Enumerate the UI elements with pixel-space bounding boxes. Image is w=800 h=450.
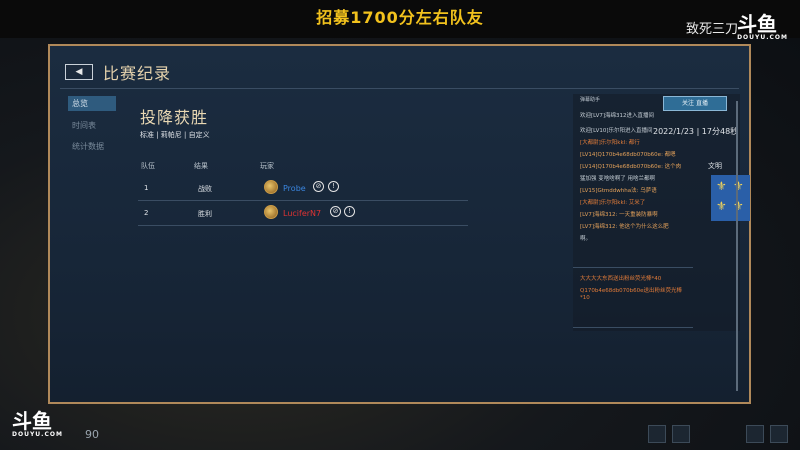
report-icon[interactable]: ! xyxy=(328,181,339,192)
result-title: 投降获胜 xyxy=(140,108,209,127)
nav-statistics[interactable]: 统计数据 xyxy=(68,139,116,154)
row-team: 1 xyxy=(144,184,149,192)
hud-button[interactable] xyxy=(648,425,666,443)
chat-message: [LV7]海绵312: 一天重装防暴啊 xyxy=(580,212,658,218)
nav-timeline[interactable]: 时间表 xyxy=(68,118,116,133)
chat-message: 啊。 xyxy=(580,236,592,242)
logo-text: 斗鱼 xyxy=(737,12,778,36)
player-name[interactable]: LuciferN7 xyxy=(283,209,321,218)
civ-flag-icon: ⚜ ⚜ ⚜ ⚜ xyxy=(711,175,750,221)
hud-button[interactable] xyxy=(770,425,788,443)
danmaku-panel: 弹幕助手 关注 直播 2022/1/23 | 17分48秒 文明 ⚜ ⚜ ⚜ ⚜… xyxy=(573,94,750,331)
row-result: 胜利 xyxy=(198,210,212,218)
block-icon[interactable]: ⊘ xyxy=(330,206,341,217)
civ-emblem-icon xyxy=(264,205,278,219)
logo-text: 斗鱼 xyxy=(12,409,52,433)
logo-subtext: DOUYU.COM xyxy=(737,34,788,41)
civ-emblem-icon xyxy=(264,180,278,194)
row-team: 2 xyxy=(144,209,149,217)
douyu-logo-top: 斗鱼 DOUYU.COM xyxy=(737,14,788,42)
chat-divider xyxy=(573,267,693,268)
hud-button[interactable] xyxy=(672,425,690,443)
banner-text: 招募1700分左右队友 xyxy=(316,8,484,27)
nav-overview[interactable]: 总览 xyxy=(68,96,116,111)
modal-title: 比赛纪录 xyxy=(103,64,172,83)
chat-divider xyxy=(573,327,693,328)
player-row-2[interactable]: 2 胜利 LuciferN7 ⊘ ! xyxy=(138,201,468,226)
column-player: 玩家 xyxy=(260,162,274,170)
douyu-logo-bottom: 斗鱼 DOUYU.COM xyxy=(12,411,63,439)
column-result: 结果 xyxy=(194,162,208,170)
hud-value: 90 xyxy=(85,428,99,441)
hud-button[interactable] xyxy=(746,425,764,443)
back-arrow-icon: ◀ xyxy=(75,67,83,77)
streamer-name: 致死三刀 xyxy=(685,22,738,37)
follow-button[interactable]: 关注 直播 xyxy=(663,96,727,111)
back-button[interactable]: ◀ xyxy=(65,64,93,80)
chat-message: [大都尉]乐尔阳kkl: 艾米了 xyxy=(580,200,646,206)
player-name[interactable]: Probe xyxy=(283,184,306,193)
modal-body: ◀ 比赛纪录 总览 时间表 统计数据 投降获胜 标准 | 莉帕尼 | 自定义 队… xyxy=(50,46,750,402)
chat-message: [大都尉]乐尔阳kkl: 都行 xyxy=(580,140,640,146)
chat-message: [LV15]Gtmddwhha法: 乌萨语 xyxy=(580,188,657,194)
panel-heading: 弹幕助手 xyxy=(580,97,601,103)
logo-subtext: DOUYU.COM xyxy=(12,431,63,438)
chat-message: 欢迎[LV10]乐尔阳进入直播间 xyxy=(580,128,653,134)
column-team: 队伍 xyxy=(141,162,155,170)
gift-message: Q170b4e68db070b60e送出粉丝荧光棒 xyxy=(580,288,683,294)
scrollbar[interactable] xyxy=(736,101,738,391)
match-date: 2022/1/23 | 17分48秒 xyxy=(653,127,739,136)
stream-banner: 招募1700分左右队友 致死三刀 斗鱼 DOUYU.COM xyxy=(0,0,800,41)
row-result: 战败 xyxy=(198,185,212,193)
gift-message: *10 xyxy=(580,295,590,301)
chat-message: 欢迎[LV7]海绵312进入直播间 xyxy=(580,113,655,119)
bottom-hud: 90 xyxy=(60,412,200,450)
report-icon[interactable]: ! xyxy=(344,206,355,217)
title-divider xyxy=(60,88,739,89)
chat-message: [LV14]Q170b4e68db070b60e: 这个肉 xyxy=(580,164,682,170)
civ-label: 文明 xyxy=(708,162,722,170)
block-icon[interactable]: ⊘ xyxy=(313,181,324,192)
player-row-1[interactable]: 1 战败 Probe ⊘ ! xyxy=(138,176,468,201)
match-settings: 标准 | 莉帕尼 | 自定义 xyxy=(140,131,210,139)
match-record-modal: ◀ 比赛纪录 总览 时间表 统计数据 投降获胜 标准 | 莉帕尼 | 自定义 队… xyxy=(48,44,751,404)
chat-message: 猛加强 变啥啥啊了 用啥兰都啊 xyxy=(580,176,655,182)
chat-message: [LV7]海绵312: 他这个为什么这么肥 xyxy=(580,224,669,230)
gift-message: 大大大大东西送出粉丝荧光棒*40 xyxy=(580,276,662,282)
chat-message: [LV14]Q170b4e68db070b60e: 都嗯 xyxy=(580,152,676,158)
